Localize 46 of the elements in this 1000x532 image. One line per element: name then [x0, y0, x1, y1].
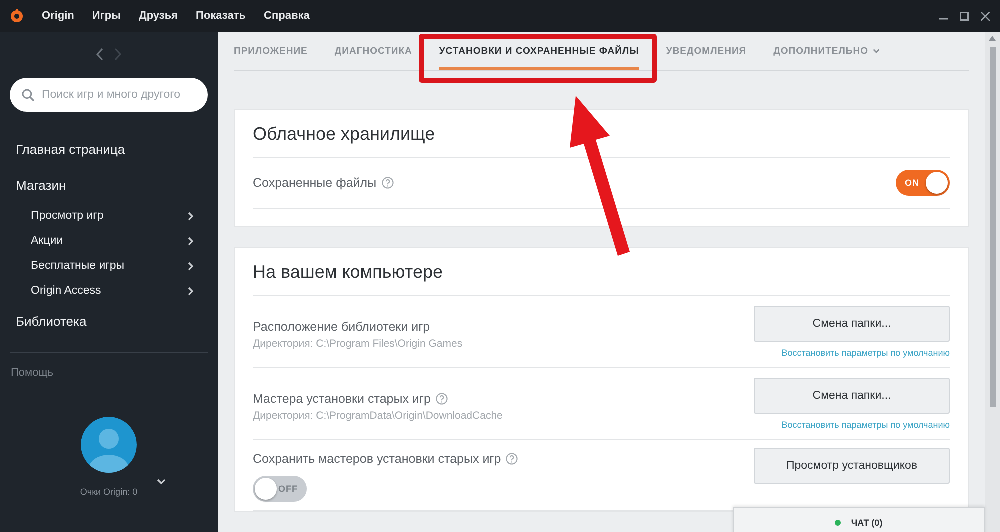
caret-icon — [872, 48, 880, 54]
change-folder-button[interactable]: Смена папки... — [754, 378, 950, 414]
help-icon[interactable] — [382, 177, 394, 189]
toggle-label: ON — [905, 178, 920, 188]
setting-label: Сохраненные файлы — [253, 176, 377, 190]
nav-item[interactable]: Главная страница — [0, 132, 218, 168]
menu-item[interactable]: Игры — [92, 10, 121, 22]
nav-item[interactable]: Акции — [0, 229, 218, 254]
back-icon[interactable] — [96, 48, 104, 60]
chevron-right-icon — [188, 236, 194, 246]
avatar-icon[interactable] — [81, 417, 137, 473]
scroll-up-icon[interactable] — [989, 36, 996, 41]
logo-icon[interactable] — [10, 9, 24, 23]
close-icon[interactable] — [981, 12, 990, 20]
menu-item[interactable]: Origin — [42, 10, 74, 22]
nav-item[interactable]: Магазин — [0, 168, 218, 204]
chat-label: ЧАТ (0) — [851, 518, 883, 528]
setting-label: Мастера установки старых игр — [253, 392, 431, 406]
nav-item[interactable]: Библиотека — [0, 304, 218, 340]
scrollbar[interactable] — [985, 32, 1000, 532]
directory-path: Директория: C:\ProgramData\Origin\DownloadCache — [253, 410, 503, 422]
menu-item[interactable]: Показать — [196, 10, 246, 22]
menu-item[interactable]: Друзья — [139, 10, 178, 22]
nav-item[interactable]: Просмотр игр — [0, 204, 218, 229]
setting-label: Расположение библиотеки игр — [253, 320, 430, 334]
chevron-down-icon[interactable] — [157, 479, 166, 485]
chevron-right-icon — [188, 262, 194, 270]
chevron-right-icon — [188, 212, 194, 220]
nav-item[interactable]: Бесплатные игры — [0, 254, 218, 279]
chat-panel[interactable]: ЧАТ (0) — [733, 507, 985, 532]
menu-item[interactable]: Справка — [264, 10, 310, 22]
help-link[interactable]: Помощь — [0, 367, 218, 379]
chevron-right-icon — [188, 286, 194, 296]
view-installers-button[interactable]: Просмотр установщиков — [754, 448, 950, 484]
settings-tab[interactable]: УСТАНОВКИ И СОХРАНЕННЫЕ ФАЙЛЫ — [439, 32, 640, 70]
nav-item[interactable]: Origin Access — [0, 279, 218, 304]
change-folder-button[interactable]: Смена папки... — [754, 306, 950, 342]
maximize-icon[interactable] — [960, 12, 969, 20]
toggle-label: OFF — [278, 484, 298, 494]
search-icon — [22, 89, 35, 102]
points-label: Очки Origin: 0 — [79, 487, 139, 497]
setting-label: Сохранить мастеров установки старых игр — [253, 452, 502, 466]
help-icon[interactable] — [506, 453, 518, 465]
help-icon[interactable] — [436, 393, 448, 405]
directory-path: Директория: C:\Program Files\Origin Games — [253, 338, 463, 350]
search-field[interactable]: Поиск игр и много другого — [10, 78, 208, 112]
